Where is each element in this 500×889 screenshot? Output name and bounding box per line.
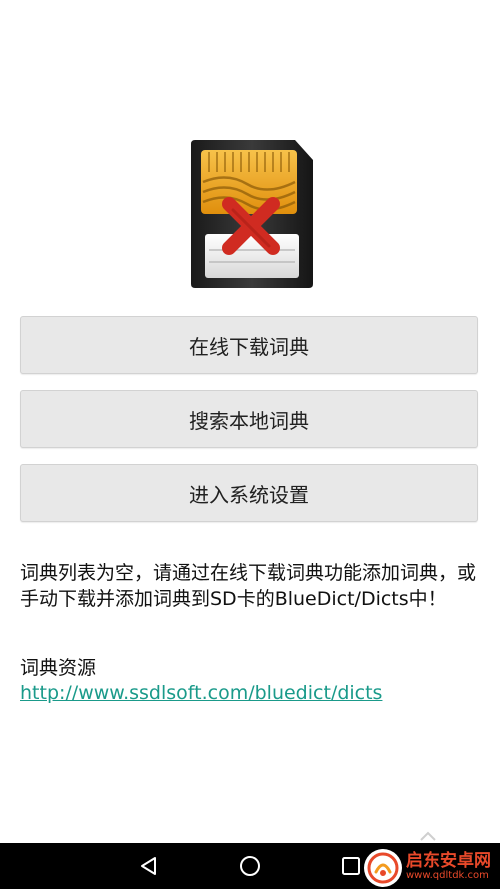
home-icon[interactable] (225, 843, 275, 889)
empty-list-message: 词典列表为空，请通过在线下载词典功能添加词典，或手动下载并添加词典到SD卡的Bl… (20, 562, 477, 610)
chevron-up-icon (418, 828, 438, 842)
system-settings-button[interactable]: 进入系统设置 (20, 464, 478, 522)
app-screen: 在线下载词典 搜索本地词典 进入系统设置 词典列表为空，请通过在线下载词典功能添… (0, 0, 500, 889)
watermark: 启东安卓网 www.qdltdk.com (364, 846, 500, 889)
resources-link[interactable]: http://www.ssdlsoft.com/bluedict/dicts (20, 680, 382, 706)
download-online-button[interactable]: 在线下载词典 (20, 316, 478, 374)
watermark-url: www.qdltdk.com (406, 870, 489, 882)
sd-card-error-icon (187, 138, 315, 290)
watermark-name: 启东安卓网 (406, 851, 491, 872)
watermark-logo-icon (364, 848, 402, 887)
back-icon[interactable] (124, 843, 174, 889)
resources-title: 词典资源 (20, 657, 97, 679)
search-local-button[interactable]: 搜索本地词典 (20, 390, 478, 448)
